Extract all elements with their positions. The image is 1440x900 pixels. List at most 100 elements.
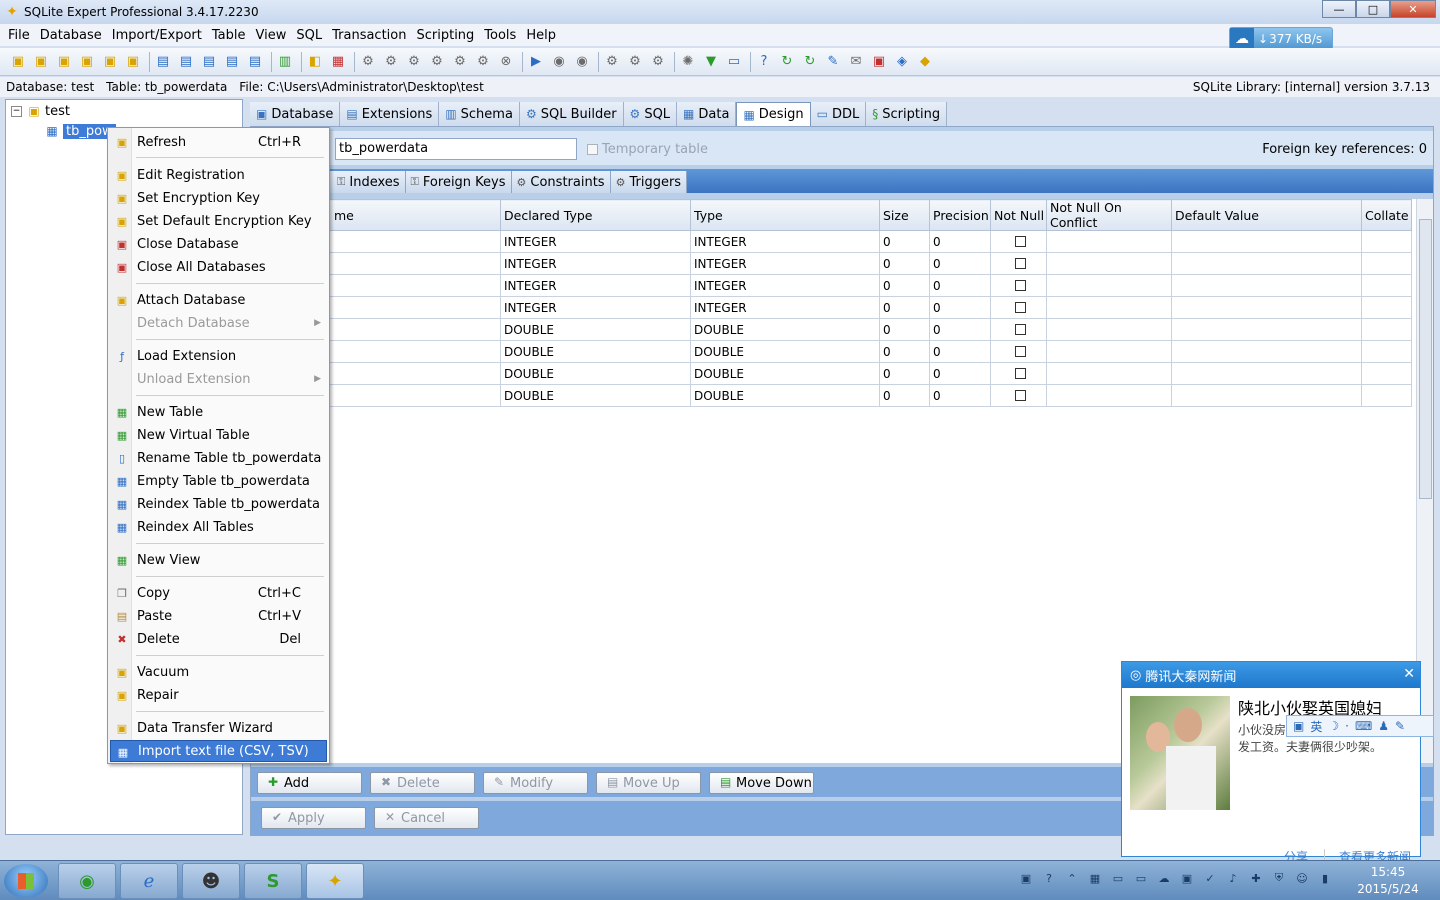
move-up-button[interactable]: ▤ Move Up <box>596 772 701 794</box>
table-row[interactable]: ngkuangIdINTEGERINTEGER00 <box>251 252 1412 275</box>
cell-size[interactable]: 0 <box>879 384 930 407</box>
cancel-button[interactable]: ✕ Cancel <box>374 807 479 829</box>
wrench-icon[interactable]: ✎ <box>1395 719 1405 733</box>
menu-sql[interactable]: SQL <box>292 28 326 43</box>
menu-item-repair[interactable]: ▣ Repair <box>110 684 327 706</box>
menu-item-detach-database[interactable]: Detach Database ▶ <box>110 312 327 334</box>
menu-scripting[interactable]: Scripting <box>412 28 478 43</box>
menu-help[interactable]: Help <box>522 28 560 43</box>
menu-database[interactable]: Database <box>36 28 106 43</box>
ime-toolbar[interactable]: ▣ 英 ☽ · ⌨ ♟ ✎ <box>1286 715 1434 737</box>
cloud-tray-icon[interactable]: ☁ <box>1155 869 1173 887</box>
cell-conflict[interactable] <box>1046 230 1172 253</box>
help-tray-icon[interactable]: ? <box>1040 869 1058 887</box>
shield-icon[interactable]: ⛨ <box>1270 869 1288 887</box>
cell-type[interactable]: DOUBLE <box>690 384 880 407</box>
close-database-icon[interactable]: ▣ <box>54 52 74 72</box>
not-null-checkbox[interactable] <box>990 318 1047 341</box>
news-photo[interactable] <box>1130 696 1230 810</box>
keyboard-icon[interactable]: ⌨ <box>1355 719 1372 733</box>
cell-type[interactable]: DOUBLE <box>690 340 880 363</box>
menu-item-paste[interactable]: ▤ Paste Ctrl+V <box>110 605 327 627</box>
execute-icon[interactable]: ▶ <box>526 52 546 72</box>
taskbar-app-ie[interactable]: ℯ <box>120 863 178 899</box>
menu-table[interactable]: Table <box>208 28 250 43</box>
signal-icon[interactable]: ▮ <box>1316 869 1334 887</box>
apply-button[interactable]: ✔ Apply <box>261 807 366 829</box>
menu-import-export[interactable]: Import/Export <box>108 28 206 43</box>
script-run-icon[interactable]: ⚙ <box>602 52 622 72</box>
column-header[interactable]: Not Null <box>990 199 1047 231</box>
cell-size[interactable]: 0 <box>879 252 930 275</box>
menu-item-attach-database[interactable]: ▣ Attach Database <box>110 289 327 311</box>
subtab-foreign-keys[interactable]: ⚿ Foreign Keys <box>405 171 512 193</box>
not-null-checkbox[interactable] <box>990 296 1047 319</box>
table-row[interactable]: annelIdINTEGERINTEGER00 <box>251 274 1412 297</box>
cell-default[interactable] <box>1171 340 1362 363</box>
menu-item-new-table[interactable]: ▦ New Table <box>110 401 327 423</box>
tab-sql[interactable]: ⚙ SQL <box>623 102 678 126</box>
refresh-database-icon[interactable]: ▣ <box>123 52 143 72</box>
menu-item-close-database[interactable]: ▣ Close Database <box>110 233 327 255</box>
cell-conflict[interactable] <box>1046 340 1172 363</box>
tab-design[interactable]: ▦ Design <box>736 102 811 126</box>
menu-item-unload-extension[interactable]: Unload Extension ▶ <box>110 368 327 390</box>
menu-item-edit-registration[interactable]: ▣ Edit Registration <box>110 164 327 186</box>
drop-table-icon[interactable]: ▤ <box>245 52 265 72</box>
monitor-tray-icon[interactable]: ▭ <box>1132 869 1150 887</box>
column-header[interactable]: Not Null On Conflict <box>1046 199 1172 231</box>
ime-tray-icon[interactable]: ▣ <box>1017 869 1035 887</box>
cell-collate[interactable] <box>1361 384 1412 407</box>
cell-size[interactable]: 0 <box>879 274 930 297</box>
cell-conflict[interactable] <box>1046 362 1172 385</box>
taskbar-app-s[interactable]: S <box>244 863 302 899</box>
menu-item-set-encryption-key[interactable]: ▣ Set Encryption Key <box>110 187 327 209</box>
export-icon[interactable]: ◧ <box>305 52 325 72</box>
menu-item-empty-table[interactable]: ▦ Empty Table tb_powerdata <box>110 470 327 492</box>
not-null-checkbox[interactable] <box>990 384 1047 407</box>
cell-precision[interactable]: 0 <box>929 362 991 385</box>
ime-logo-icon[interactable]: ▣ <box>1293 719 1304 733</box>
column-header[interactable]: Type <box>690 199 880 231</box>
cell-conflict[interactable] <box>1046 296 1172 319</box>
cell-collate[interactable] <box>1361 230 1412 253</box>
volume-icon[interactable]: ♪ <box>1224 869 1242 887</box>
cell-size[interactable]: 0 <box>879 362 930 385</box>
cell-type[interactable]: INTEGER <box>690 230 880 253</box>
empty-table-icon[interactable]: ▤ <box>222 52 242 72</box>
menu-item-delete[interactable]: ✖ Delete Del <box>110 628 327 650</box>
tree-node-database[interactable]: − ▣ test <box>11 103 70 119</box>
transaction-rollback-icon[interactable]: ⚙ <box>404 52 424 72</box>
cell-declared-type[interactable]: INTEGER <box>500 274 691 297</box>
cell-size[interactable]: 0 <box>879 230 930 253</box>
cell-collate[interactable] <box>1361 252 1412 275</box>
transaction-commit-icon[interactable]: ⚙ <box>381 52 401 72</box>
network-tray-icon[interactable]: ▦ <box>1086 869 1104 887</box>
menu-file[interactable]: File <box>4 28 34 43</box>
not-null-checkbox[interactable] <box>990 252 1047 275</box>
cell-collate[interactable] <box>1361 274 1412 297</box>
mail-icon[interactable]: ✉ <box>846 52 866 72</box>
move-down-button[interactable]: ▤ Move Down <box>709 772 814 794</box>
design-table-icon[interactable]: ▤ <box>176 52 196 72</box>
help-icon[interactable]: ? <box>754 52 774 72</box>
table-row[interactable]: werAveDOUBLEDOUBLE00 <box>251 384 1412 407</box>
menu-item-refresh[interactable]: ▣ Refresh Ctrl+R <box>110 131 327 153</box>
menu-item-import-text-file[interactable]: ▦ Import text file (CSV, TSV) <box>110 740 327 762</box>
cell-conflict[interactable] <box>1046 318 1172 341</box>
rename-table-icon[interactable]: ▤ <box>199 52 219 72</box>
tab-ddl[interactable]: ▭ DDL <box>810 102 867 126</box>
table-row[interactable]: MDOUBLEDOUBLE00 <box>251 318 1412 341</box>
cell-default[interactable] <box>1171 384 1362 407</box>
taskbar-clock[interactable]: 15:45 2015/5/24 <box>1356 864 1420 898</box>
cell-default[interactable] <box>1171 230 1362 253</box>
cell-default[interactable] <box>1171 252 1362 275</box>
tab-data[interactable]: ▦ Data <box>677 102 737 126</box>
tree-node-table[interactable]: ▦ tb_pow <box>44 123 116 139</box>
add-tray-icon[interactable]: ✚ <box>1247 869 1265 887</box>
cell-collate[interactable] <box>1361 318 1412 341</box>
tab-scripting[interactable]: § Scripting <box>866 102 948 126</box>
cell-size[interactable]: 0 <box>879 318 930 341</box>
new-database-icon[interactable]: ▣ <box>8 52 28 72</box>
import-icon[interactable]: ▥ <box>275 52 295 72</box>
